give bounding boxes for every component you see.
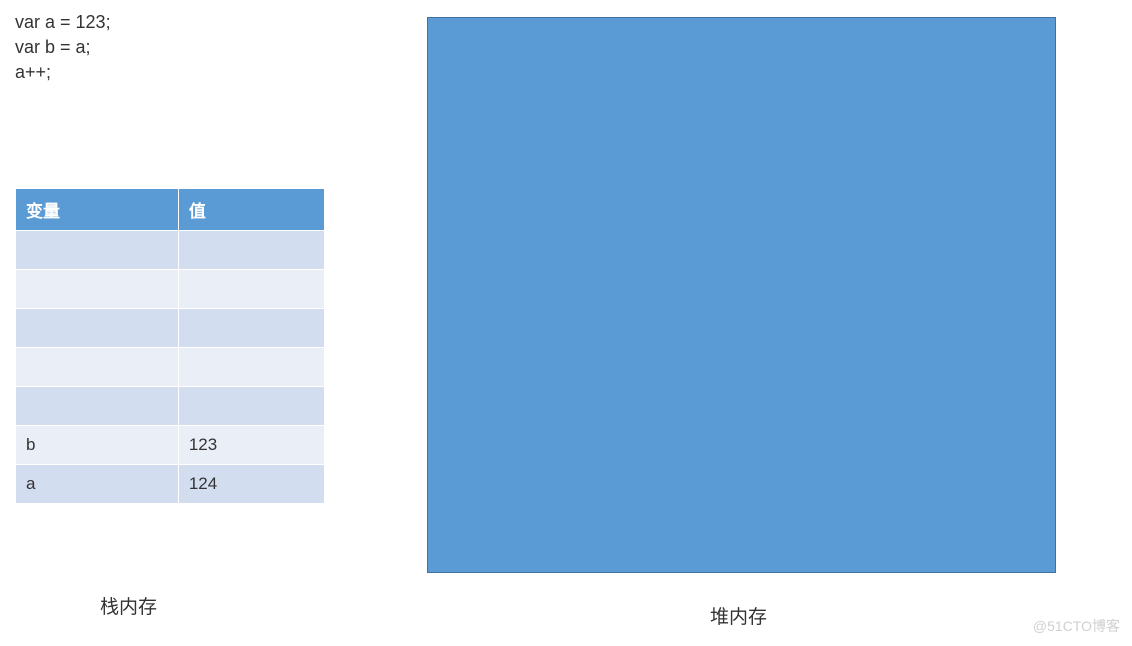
header-value: 值 bbox=[178, 189, 324, 231]
cell-variable: a bbox=[16, 465, 179, 504]
stack-memory-table: 变量 值 b 123 a 124 bbox=[15, 188, 325, 504]
cell-value bbox=[178, 270, 324, 309]
table-row bbox=[16, 387, 325, 426]
cell-variable bbox=[16, 348, 179, 387]
header-variable: 变量 bbox=[16, 189, 179, 231]
heap-memory-label: 堆内存 bbox=[710, 602, 767, 629]
cell-variable bbox=[16, 387, 179, 426]
cell-value bbox=[178, 309, 324, 348]
code-line-3: a++; bbox=[15, 60, 111, 85]
cell-variable bbox=[16, 231, 179, 270]
cell-value bbox=[178, 387, 324, 426]
cell-value bbox=[178, 231, 324, 270]
watermark: @51CTO博客 bbox=[1033, 616, 1120, 636]
heap-memory-box bbox=[427, 17, 1056, 573]
code-line-2: var b = a; bbox=[15, 35, 111, 60]
table-row bbox=[16, 270, 325, 309]
code-line-1: var a = 123; bbox=[15, 10, 111, 35]
cell-value bbox=[178, 348, 324, 387]
table-row: b 123 bbox=[16, 426, 325, 465]
table-row bbox=[16, 348, 325, 387]
table-header-row: 变量 值 bbox=[16, 189, 325, 231]
cell-variable bbox=[16, 270, 179, 309]
stack-memory-label: 栈内存 bbox=[100, 592, 157, 619]
table-row bbox=[16, 231, 325, 270]
cell-value: 123 bbox=[178, 426, 324, 465]
cell-variable: b bbox=[16, 426, 179, 465]
table-row: a 124 bbox=[16, 465, 325, 504]
table-row bbox=[16, 309, 325, 348]
cell-variable bbox=[16, 309, 179, 348]
code-snippet: var a = 123; var b = a; a++; bbox=[15, 10, 111, 86]
cell-value: 124 bbox=[178, 465, 324, 504]
